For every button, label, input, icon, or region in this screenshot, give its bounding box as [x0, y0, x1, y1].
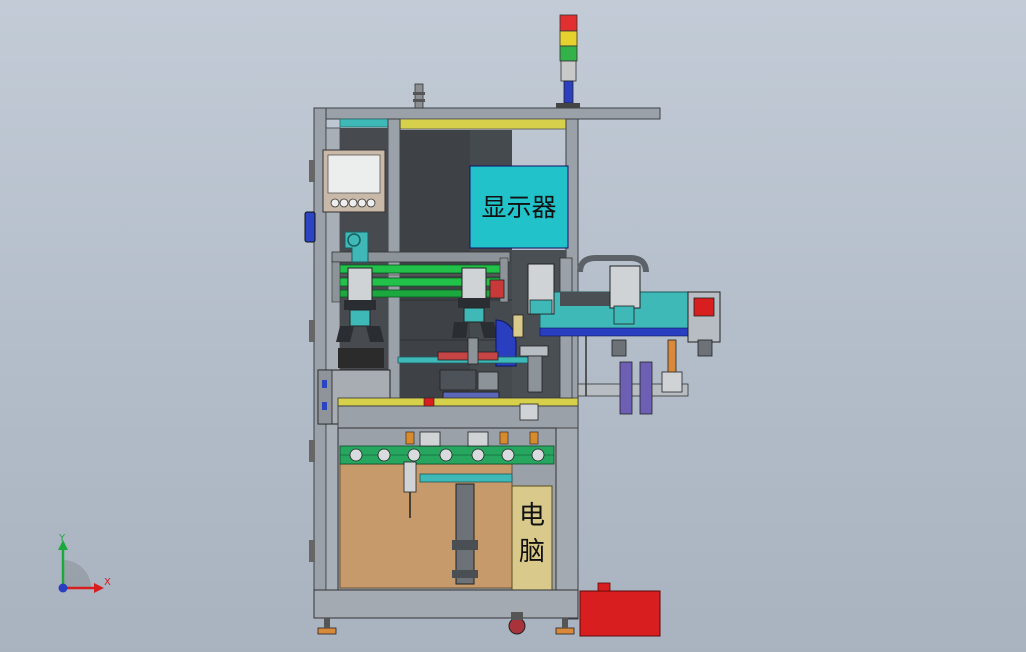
leveling-feet — [317, 627, 575, 635]
air-fitting — [413, 83, 425, 109]
top-yellow-beam — [387, 118, 579, 130]
x-axis-label: X — [104, 577, 111, 588]
computer-label-line2: 脑 — [519, 537, 545, 567]
rod-purple-2 — [639, 361, 653, 415]
top-cyan-rail — [339, 118, 389, 128]
worktable-top — [337, 397, 579, 407]
rod-orange — [667, 339, 677, 375]
lift-cylinder — [455, 483, 475, 585]
top-plate — [313, 107, 661, 120]
machine-drawing: 显示器 电 脑 Y X — [58, 14, 721, 637]
caster-wheel — [508, 617, 526, 635]
cabinet-interior — [339, 463, 513, 589]
tool-block-left — [439, 369, 477, 391]
pusher-right — [609, 265, 641, 309]
frame-right-outer — [555, 399, 579, 619]
cad-viewport[interactable]: 显示器 电 脑 Y X — [0, 0, 1026, 652]
worktable-base — [337, 405, 579, 429]
hmi-panel — [322, 149, 386, 213]
axis-triad-icon[interactable]: Y X — [58, 533, 111, 593]
y-axis-label: Y — [58, 533, 66, 544]
base-plate — [313, 589, 579, 619]
red-control-box — [579, 590, 661, 637]
rod-purple-1 — [619, 361, 633, 415]
monitor-label: 显示器 — [481, 193, 556, 222]
door-handle — [304, 211, 316, 243]
cylinder-crossbar — [419, 473, 513, 483]
computer-label-line1: 电 — [519, 501, 545, 531]
signal-tower-icon — [556, 14, 580, 108]
